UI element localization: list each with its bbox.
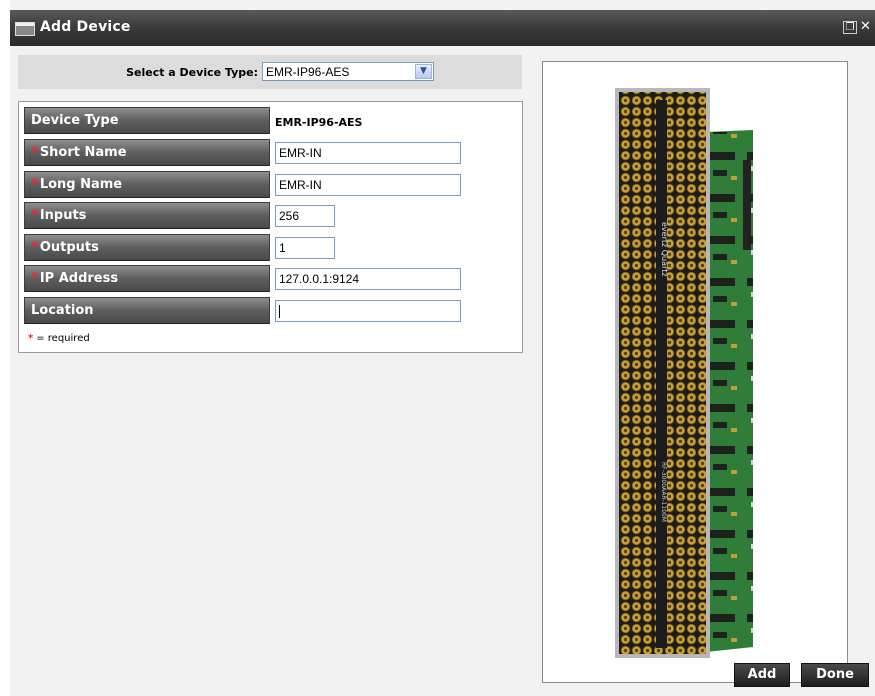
device-type-select-value: EMR-IP96-AES <box>266 65 350 79</box>
required-star: * <box>31 208 38 223</box>
device-type-value: EMR-IP96-AES <box>275 116 363 129</box>
device-type-select[interactable]: EMR-IP96-AES ▼ <box>262 62 434 81</box>
add-device-window: Add Device ❐ ✕ Select a Device Type: EMR… <box>10 0 875 696</box>
device-type-select-bar: Select a Device Type: EMR-IP96-AES ▼ <box>18 55 522 89</box>
device-type-label: Device Type <box>24 107 270 134</box>
text-caret <box>279 305 280 319</box>
model-label: RF-3000AAR-1100M <box>660 462 667 522</box>
brand-label: evertz Quartz <box>660 222 669 277</box>
window-icon <box>15 22 35 36</box>
required-star: * <box>28 333 34 344</box>
location-label: Location <box>24 297 270 324</box>
short-name-input[interactable]: EMR-IN <box>275 142 461 164</box>
inputs-input[interactable]: 256 <box>275 205 335 227</box>
outputs-label: * Outputs <box>24 234 270 261</box>
required-star: * <box>31 177 38 192</box>
device-form: Device Type EMR-IP96-AES * Short Name EMR… <box>18 101 523 353</box>
required-star: * <box>31 240 38 255</box>
chevron-down-icon[interactable]: ▼ <box>415 64 432 79</box>
location-input[interactable] <box>275 300 461 322</box>
device-image: evertz Quartz RF-3000AAR-1100M <box>615 88 753 658</box>
long-name-input[interactable]: EMR-IN <box>275 174 461 196</box>
short-name-label: * Short Name <box>24 139 270 166</box>
window-title: Add Device <box>40 19 131 35</box>
close-icon[interactable]: ✕ <box>860 20 874 34</box>
required-star: * <box>31 145 38 160</box>
ip-address-label: * IP Address <box>24 265 270 292</box>
outputs-input[interactable]: 1 <box>275 237 335 259</box>
panel-label-strip <box>656 100 667 648</box>
device-image-panel: evertz Quartz RF-3000AAR-1100M <box>542 61 848 683</box>
title-bar[interactable]: Add Device ❐ ✕ <box>10 10 875 46</box>
ip-address-input[interactable]: 127.0.0.1:9124 <box>275 268 461 290</box>
required-star: * <box>31 271 38 286</box>
done-button[interactable]: Done <box>801 663 869 687</box>
inputs-label: * Inputs <box>24 202 270 229</box>
pcb-connector <box>743 160 751 250</box>
restore-icon[interactable]: ❐ <box>843 21 857 34</box>
device-type-select-label: Select a Device Type: <box>126 66 258 79</box>
add-button[interactable]: Add <box>734 663 790 687</box>
required-note: * = required <box>28 333 90 344</box>
long-name-label: * Long Name <box>24 171 270 198</box>
